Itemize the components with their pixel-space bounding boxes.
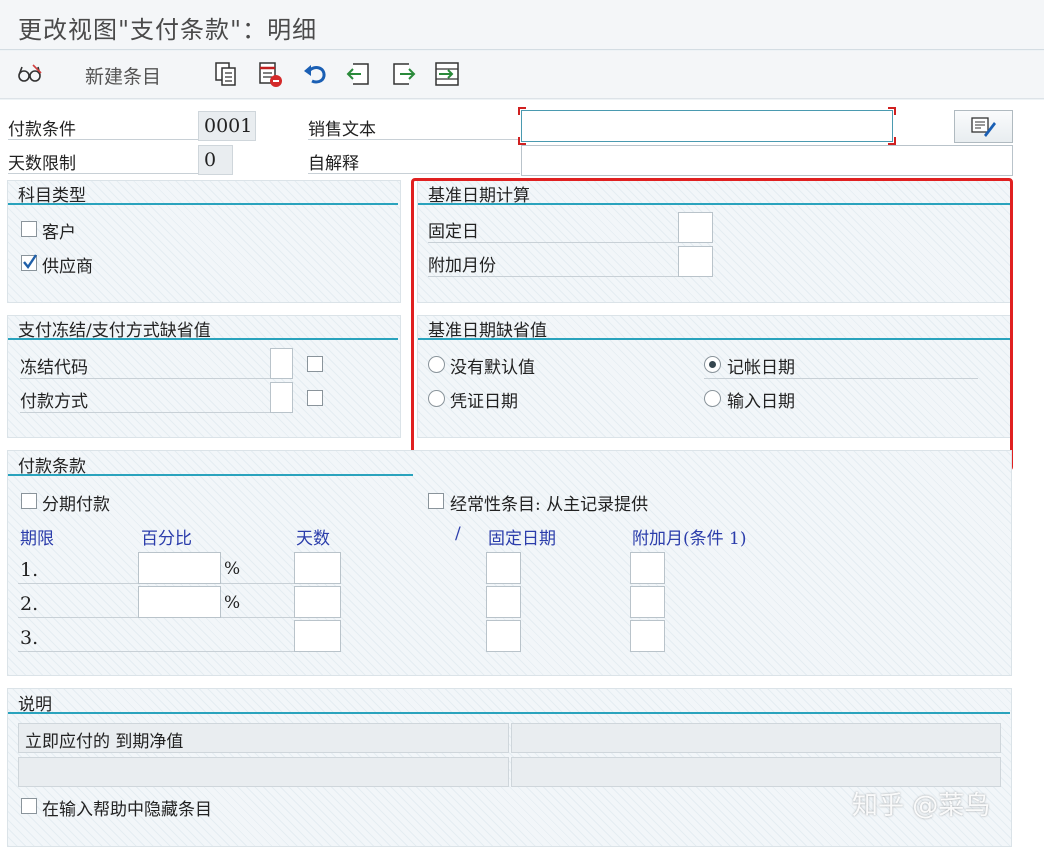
col-days-header: 天数 xyxy=(296,529,330,549)
recurring-checkbox[interactable] xyxy=(428,493,444,509)
glasses-icon[interactable] xyxy=(15,59,45,89)
window-title: 更改视图"支付条款"：明细 xyxy=(18,16,318,44)
customer-checkbox[interactable] xyxy=(21,221,37,237)
payment-terms-label: 付款条件 xyxy=(8,112,198,140)
term-row-2-label: 2. xyxy=(20,593,39,615)
watermark: 知乎 @菜鸟 xyxy=(852,791,991,821)
explanation-line-1-left: 立即应付的 到期净值 xyxy=(18,723,509,753)
vendor-checkbox[interactable] xyxy=(21,254,37,271)
block-key-checkbox[interactable] xyxy=(307,356,323,372)
col-term-header: 期限 xyxy=(20,529,54,549)
col-add-month-header: 附加月(条件 1) xyxy=(632,529,747,549)
term-row-3-fixed-date[interactable] xyxy=(486,620,521,652)
term-row-2-days[interactable] xyxy=(294,586,341,618)
day-limit-field: 0 xyxy=(198,145,233,175)
term-row-2-add-month[interactable] xyxy=(630,586,665,618)
account-type-rule xyxy=(8,203,398,205)
term-row-3-add-month[interactable] xyxy=(630,620,665,652)
col-slash-header: / xyxy=(455,524,461,544)
installment-label: 分期付款 xyxy=(42,495,110,515)
next-entry-icon[interactable] xyxy=(388,59,418,89)
sales-text-label: 销售文本 xyxy=(308,112,520,140)
term-row-2-percent-sign: % xyxy=(224,593,241,613)
customer-label: 客户 xyxy=(42,223,76,243)
hide-in-help-checkbox[interactable] xyxy=(21,798,37,814)
recurring-label: 经常性条目: 从主记录提供 xyxy=(450,495,649,515)
block-key-input[interactable] xyxy=(270,348,293,379)
term-row-2-fixed-date[interactable] xyxy=(486,586,521,618)
vendor-label: 供应商 xyxy=(42,257,93,277)
delete-icon[interactable] xyxy=(255,59,285,89)
sales-text-input[interactable] xyxy=(521,110,893,142)
term-row-1-days[interactable] xyxy=(294,552,341,584)
text-edit-button[interactable] xyxy=(954,110,1013,143)
term-row-1-percent-sign: % xyxy=(224,559,241,579)
checkmark-icon xyxy=(23,254,37,270)
col-fixed-date-header: 固定日期 xyxy=(488,529,556,549)
hide-in-help-label: 在输入帮助中隐藏条目 xyxy=(42,800,212,820)
term-row-1-percent[interactable] xyxy=(138,552,221,584)
installment-checkbox[interactable] xyxy=(21,493,37,509)
own-explanation-input[interactable] xyxy=(521,145,1013,176)
col-percent-header: 百分比 xyxy=(141,529,192,549)
title-bar: 更改视图"支付条款"：明细 xyxy=(0,0,1044,50)
copy-icon[interactable] xyxy=(211,59,241,89)
new-entries-button[interactable]: 新建条目 xyxy=(85,62,161,89)
explanation-line-2-left xyxy=(18,757,509,787)
focus-corner-tl xyxy=(518,107,526,115)
payment-method-label: 付款方式 xyxy=(20,385,270,413)
previous-entry-icon[interactable] xyxy=(344,59,374,89)
day-limit-label: 天数限制 xyxy=(8,146,198,174)
toolbar: 新建条目 xyxy=(0,51,1044,99)
term-row-3-label: 3. xyxy=(20,627,39,649)
own-explanation-label: 自解释 xyxy=(308,146,520,174)
select-all-icon[interactable] xyxy=(432,59,462,89)
undo-icon[interactable] xyxy=(300,59,330,89)
term-row-2-percent[interactable] xyxy=(138,586,221,618)
term-row-1-label: 1. xyxy=(20,559,39,581)
focus-corner-bl xyxy=(518,137,526,145)
highlight-box xyxy=(411,178,1013,471)
terms-rule xyxy=(8,474,413,476)
explanation-rule xyxy=(8,712,1010,714)
term-row-3 xyxy=(18,623,294,652)
payment-method-checkbox[interactable] xyxy=(307,390,323,406)
block-key-label: 冻结代码 xyxy=(20,351,270,379)
payment-method-input[interactable] xyxy=(270,382,293,413)
term-row-3-days[interactable] xyxy=(294,620,341,652)
text-edit-icon xyxy=(970,116,996,137)
explanation-line-2-right xyxy=(511,757,1001,787)
explanation-line-1-right xyxy=(511,723,1001,753)
focus-corner-tr xyxy=(888,107,896,115)
focus-corner-br xyxy=(888,137,896,145)
payment-terms-field: 0001 xyxy=(198,111,256,141)
term-row-1-add-month[interactable] xyxy=(630,552,665,584)
term-row-1-fixed-date[interactable] xyxy=(486,552,521,584)
block-defaults-rule xyxy=(8,338,398,340)
